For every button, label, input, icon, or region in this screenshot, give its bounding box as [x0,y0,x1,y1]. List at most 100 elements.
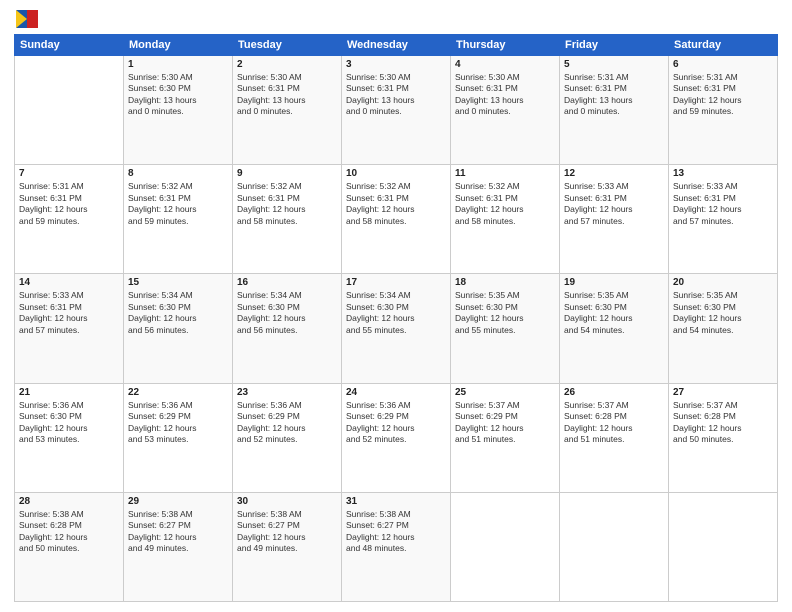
calendar-cell [451,492,560,601]
day-number: 20 [673,277,773,288]
logo-flag-icon [16,10,38,28]
calendar-cell: 25 Sunrise: 5:37 AM Sunset: 6:29 PM Dayli… [451,383,560,492]
day-number: 14 [19,277,119,288]
day-info: Sunrise: 5:38 AM Sunset: 6:27 PM Dayligh… [237,509,337,555]
day-number: 3 [346,59,446,70]
weekday-header-thursday: Thursday [451,35,560,56]
day-info: Sunrise: 5:37 AM Sunset: 6:29 PM Dayligh… [455,400,555,446]
day-number: 16 [237,277,337,288]
week-row-1: 1Sunrise: 5:30 AM Sunset: 6:30 PM Daylig… [15,56,778,165]
calendar-cell [560,492,669,601]
day-info: Sunrise: 5:35 AM Sunset: 6:30 PM Dayligh… [673,290,773,336]
day-number: 28 [19,496,119,507]
day-info: Sunrise: 5:38 AM Sunset: 6:28 PM Dayligh… [19,509,119,555]
day-info: Sunrise: 5:37 AM Sunset: 6:28 PM Dayligh… [564,400,664,446]
calendar-cell [669,492,778,601]
weekday-header-saturday: Saturday [669,35,778,56]
day-number: 31 [346,496,446,507]
calendar-cell: 29 Sunrise: 5:38 AM Sunset: 6:27 PM Dayli… [124,492,233,601]
calendar-cell: 7 Sunrise: 5:31 AM Sunset: 6:31 PM Daylig… [15,165,124,274]
week-row-4: 21 Sunrise: 5:36 AM Sunset: 6:30 PM Dayli… [15,383,778,492]
day-info: Sunrise: 5:32 AM Sunset: 6:31 PM Dayligh… [346,181,446,227]
day-number: 7 [19,168,119,179]
weekday-header-tuesday: Tuesday [233,35,342,56]
day-number: 13 [673,168,773,179]
day-number: 21 [19,387,119,398]
calendar-cell: 28 Sunrise: 5:38 AM Sunset: 6:28 PM Dayli… [15,492,124,601]
calendar-cell: 8 Sunrise: 5:32 AM Sunset: 6:31 PM Daylig… [124,165,233,274]
day-number: 29 [128,496,228,507]
day-number: 25 [455,387,555,398]
day-info: Sunrise: 5:35 AM Sunset: 6:30 PM Dayligh… [564,290,664,336]
weekday-header-sunday: Sunday [15,35,124,56]
day-info: Sunrise: 5:36 AM Sunset: 6:30 PM Dayligh… [19,400,119,446]
header [14,10,778,28]
day-info: Sunrise: 5:38 AM Sunset: 6:27 PM Dayligh… [346,509,446,555]
day-number: 5 [564,59,664,70]
day-info: Sunrise: 5:35 AM Sunset: 6:30 PM Dayligh… [455,290,555,336]
day-info: Sunrise: 5:32 AM Sunset: 6:31 PM Dayligh… [237,181,337,227]
day-info: Sunrise: 5:36 AM Sunset: 6:29 PM Dayligh… [346,400,446,446]
calendar-cell: 2 Sunrise: 5:30 AM Sunset: 6:31 PM Daylig… [233,56,342,165]
calendar-cell: 1Sunrise: 5:30 AM Sunset: 6:30 PM Daylig… [124,56,233,165]
day-number: 22 [128,387,228,398]
day-info: Sunrise: 5:34 AM Sunset: 6:30 PM Dayligh… [346,290,446,336]
day-number: 24 [346,387,446,398]
day-number: 17 [346,277,446,288]
logo [14,10,38,28]
day-number: 15 [128,277,228,288]
day-info: Sunrise: 5:34 AM Sunset: 6:30 PM Dayligh… [128,290,228,336]
calendar-cell: 4 Sunrise: 5:30 AM Sunset: 6:31 PM Daylig… [451,56,560,165]
day-number: 6 [673,59,773,70]
day-number: 26 [564,387,664,398]
day-info: Sunrise: 5:33 AM Sunset: 6:31 PM Dayligh… [19,290,119,336]
day-info: Sunrise: 5:34 AM Sunset: 6:30 PM Dayligh… [237,290,337,336]
day-number: 8 [128,168,228,179]
day-number: 4 [455,59,555,70]
day-number: 11 [455,168,555,179]
calendar-cell: 20 Sunrise: 5:35 AM Sunset: 6:30 PM Dayli… [669,274,778,383]
day-number: 9 [237,168,337,179]
calendar-cell: 17 Sunrise: 5:34 AM Sunset: 6:30 PM Dayli… [342,274,451,383]
calendar-cell: 16 Sunrise: 5:34 AM Sunset: 6:30 PM Dayli… [233,274,342,383]
calendar-cell: 6 Sunrise: 5:31 AM Sunset: 6:31 PM Daylig… [669,56,778,165]
calendar-cell: 15 Sunrise: 5:34 AM Sunset: 6:30 PM Dayli… [124,274,233,383]
day-info: Sunrise: 5:32 AM Sunset: 6:31 PM Dayligh… [455,181,555,227]
day-number: 10 [346,168,446,179]
calendar-cell: 13 Sunrise: 5:33 AM Sunset: 6:31 PM Dayli… [669,165,778,274]
calendar-cell: 27Sunrise: 5:37 AM Sunset: 6:28 PM Dayli… [669,383,778,492]
calendar-cell: 26 Sunrise: 5:37 AM Sunset: 6:28 PM Dayli… [560,383,669,492]
calendar-cell: 12 Sunrise: 5:33 AM Sunset: 6:31 PM Dayli… [560,165,669,274]
day-info: Sunrise: 5:38 AM Sunset: 6:27 PM Dayligh… [128,509,228,555]
weekday-header-row: SundayMondayTuesdayWednesdayThursdayFrid… [15,35,778,56]
calendar-cell: 31 Sunrise: 5:38 AM Sunset: 6:27 PM Dayli… [342,492,451,601]
week-row-2: 7 Sunrise: 5:31 AM Sunset: 6:31 PM Daylig… [15,165,778,274]
day-number: 19 [564,277,664,288]
calendar-cell: 30 Sunrise: 5:38 AM Sunset: 6:27 PM Dayli… [233,492,342,601]
calendar-cell: 14 Sunrise: 5:33 AM Sunset: 6:31 PM Dayli… [15,274,124,383]
day-number: 30 [237,496,337,507]
calendar-cell: 3Sunrise: 5:30 AM Sunset: 6:31 PM Daylig… [342,56,451,165]
day-info: Sunrise: 5:33 AM Sunset: 6:31 PM Dayligh… [673,181,773,227]
day-info: Sunrise: 5:30 AM Sunset: 6:31 PM Dayligh… [455,72,555,118]
day-info: Sunrise: 5:36 AM Sunset: 6:29 PM Dayligh… [128,400,228,446]
calendar-cell: 10 Sunrise: 5:32 AM Sunset: 6:31 PM Dayli… [342,165,451,274]
day-info: Sunrise: 5:31 AM Sunset: 6:31 PM Dayligh… [673,72,773,118]
weekday-header-wednesday: Wednesday [342,35,451,56]
weekday-header-friday: Friday [560,35,669,56]
day-info: Sunrise: 5:30 AM Sunset: 6:30 PM Dayligh… [128,72,228,118]
calendar-cell: 9 Sunrise: 5:32 AM Sunset: 6:31 PM Daylig… [233,165,342,274]
calendar-cell: 18Sunrise: 5:35 AM Sunset: 6:30 PM Dayli… [451,274,560,383]
day-number: 23 [237,387,337,398]
calendar-cell: 5Sunrise: 5:31 AM Sunset: 6:31 PM Daylig… [560,56,669,165]
day-number: 2 [237,59,337,70]
day-info: Sunrise: 5:30 AM Sunset: 6:31 PM Dayligh… [237,72,337,118]
weekday-header-monday: Monday [124,35,233,56]
calendar-cell: 23 Sunrise: 5:36 AM Sunset: 6:29 PM Dayli… [233,383,342,492]
day-info: Sunrise: 5:36 AM Sunset: 6:29 PM Dayligh… [237,400,337,446]
day-number: 12 [564,168,664,179]
calendar-cell: 24 Sunrise: 5:36 AM Sunset: 6:29 PM Dayli… [342,383,451,492]
day-info: Sunrise: 5:32 AM Sunset: 6:31 PM Dayligh… [128,181,228,227]
day-info: Sunrise: 5:31 AM Sunset: 6:31 PM Dayligh… [19,181,119,227]
day-info: Sunrise: 5:33 AM Sunset: 6:31 PM Dayligh… [564,181,664,227]
